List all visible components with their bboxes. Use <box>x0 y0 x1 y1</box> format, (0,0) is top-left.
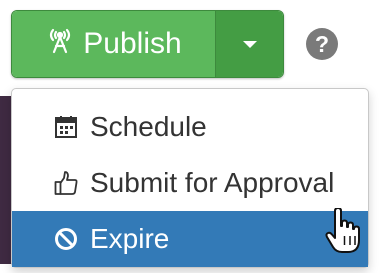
broadcast-tower-icon <box>45 25 75 63</box>
caret-down-icon <box>242 40 257 48</box>
help-glyph: ? <box>314 30 330 57</box>
menu-item-label: Expire <box>90 223 170 254</box>
publish-dropdown-menu: Schedule Submit for Approval Expire <box>11 88 369 268</box>
publish-dropdown-toggle[interactable] <box>215 11 283 77</box>
calendar-icon <box>54 115 84 139</box>
menu-item-schedule[interactable]: Schedule <box>12 99 368 155</box>
hand-pointer-cursor-icon <box>325 207 361 259</box>
menu-item-label: Submit for Approval <box>90 167 335 198</box>
publish-button-group: Publish <box>11 10 284 78</box>
menu-item-label: Schedule <box>90 111 207 142</box>
publish-button[interactable]: Publish <box>12 11 215 77</box>
menu-item-expire[interactable]: Expire <box>12 211 368 267</box>
menu-item-submit-for-approval[interactable]: Submit for Approval <box>12 155 368 211</box>
publish-button-label: Publish <box>83 27 182 60</box>
question-circle-icon[interactable]: ? <box>306 28 338 60</box>
ban-icon <box>54 227 84 251</box>
thumbs-up-icon <box>54 170 84 196</box>
